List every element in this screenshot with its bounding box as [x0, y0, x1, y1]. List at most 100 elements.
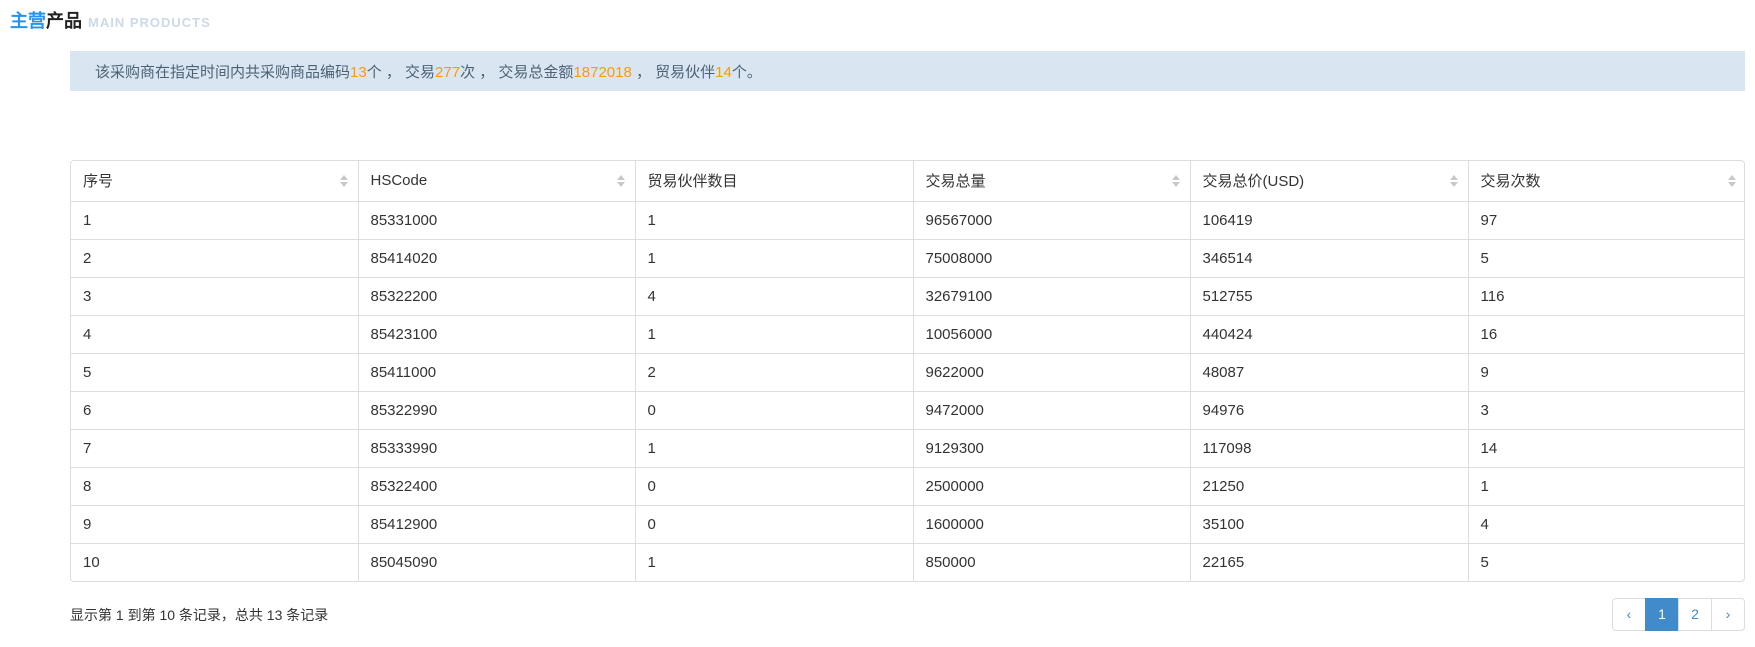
column-header[interactable]: 交易次数: [1468, 161, 1745, 201]
summary-text-segment: 该采购商在指定时间内共采购商品编码: [95, 64, 350, 81]
page-title-highlight: 主营: [10, 11, 46, 31]
table-cell: 75008000: [913, 239, 1190, 277]
pagination-page-2[interactable]: 2: [1679, 598, 1712, 631]
pagination-page-1-link[interactable]: 1: [1645, 598, 1679, 631]
table-cell: 0: [635, 467, 913, 505]
column-header-label: 序号: [83, 173, 113, 190]
table-cell: 0: [635, 391, 913, 429]
column-header[interactable]: HSCode: [358, 161, 635, 201]
products-table: 序号HSCode贸易伙伴数目交易总量交易总价(USD)交易次数 18533100…: [71, 161, 1745, 581]
table-cell: 3: [71, 277, 358, 315]
pagination-page-2-link[interactable]: 2: [1678, 598, 1712, 631]
table-cell: 4: [71, 315, 358, 353]
table-row: 98541290001600000351004: [71, 505, 1745, 543]
sort-caret-down-icon: [1172, 182, 1180, 187]
table-row: 58541100029622000480879: [71, 353, 1745, 391]
table-cell: 0: [635, 505, 913, 543]
summary-text-segment: 次 ， 交易总金额: [460, 64, 573, 81]
table-cell: 1: [635, 429, 913, 467]
column-header-label: 交易总量: [926, 173, 986, 190]
table-cell: 116: [1468, 277, 1745, 315]
table-cell: 48087: [1190, 353, 1468, 391]
table-cell: 346514: [1190, 239, 1468, 277]
page-title-rest: 产品: [46, 11, 82, 31]
pagination-page-1[interactable]: 1: [1646, 598, 1679, 631]
summary-text-segment: ， 贸易伙伴: [632, 64, 715, 81]
summary-number: 1872018: [573, 64, 631, 81]
sort-caret-up-icon: [1172, 175, 1180, 180]
table-row: 10850450901850000221655: [71, 543, 1745, 581]
pagination-next[interactable]: ›: [1712, 598, 1745, 631]
table-cell: 9: [1468, 353, 1745, 391]
column-header[interactable]: 交易总量: [913, 161, 1190, 201]
pagination-prev[interactable]: ‹: [1612, 598, 1646, 631]
page-title: 主营产品 MAIN PRODUCTS: [10, 8, 1755, 36]
record-count-info: 显示第 1 到第 10 条记录，总共 13 条记录: [70, 605, 328, 625]
table-cell: 14: [1468, 429, 1745, 467]
table-row: 88532240002500000212501: [71, 467, 1745, 505]
page-subtitle: MAIN PRODUCTS: [88, 15, 211, 30]
table-cell: 440424: [1190, 315, 1468, 353]
table-row: 18533100019656700010641997: [71, 201, 1745, 239]
table-cell: 4: [1468, 505, 1745, 543]
pagination-next-link[interactable]: ›: [1711, 598, 1745, 631]
products-table-container: 序号HSCode贸易伙伴数目交易总量交易总价(USD)交易次数 18533100…: [70, 160, 1745, 582]
table-row: 2854140201750080003465145: [71, 239, 1745, 277]
sort-caret-down-icon: [1450, 182, 1458, 187]
table-row: 385322200432679100512755116: [71, 277, 1745, 315]
table-cell: 850000: [913, 543, 1190, 581]
table-cell: 21250: [1190, 467, 1468, 505]
table-cell: 32679100: [913, 277, 1190, 315]
summary-number: 277: [435, 64, 460, 81]
table-cell: 5: [71, 353, 358, 391]
table-cell: 85414020: [358, 239, 635, 277]
sort-caret-down-icon: [617, 182, 625, 187]
table-cell: 1600000: [913, 505, 1190, 543]
table-cell: 16: [1468, 315, 1745, 353]
table-cell: 94976: [1190, 391, 1468, 429]
table-cell: 85333990: [358, 429, 635, 467]
table-cell: 3: [1468, 391, 1745, 429]
table-cell: 8: [71, 467, 358, 505]
table-cell: 512755: [1190, 277, 1468, 315]
table-row: 48542310011005600044042416: [71, 315, 1745, 353]
sort-caret-down-icon: [1728, 182, 1736, 187]
table-cell: 6: [71, 391, 358, 429]
summary-text-segment: 个 ， 交易: [367, 64, 435, 81]
table-header: 序号HSCode贸易伙伴数目交易总量交易总价(USD)交易次数: [71, 161, 1745, 201]
table-cell: 85412900: [358, 505, 635, 543]
table-cell: 96567000: [913, 201, 1190, 239]
summary-text-segment: 个。: [732, 64, 762, 81]
table-cell: 9622000: [913, 353, 1190, 391]
table-cell: 85411000: [358, 353, 635, 391]
table-cell: 97: [1468, 201, 1745, 239]
summary-number: 14: [715, 64, 732, 81]
table-cell: 5: [1468, 543, 1745, 581]
sort-icon: [1172, 175, 1180, 187]
table-cell: 85322990: [358, 391, 635, 429]
column-header[interactable]: 序号: [71, 161, 358, 201]
table-footer: 显示第 1 到第 10 条记录，总共 13 条记录 ‹12›: [70, 598, 1745, 631]
pagination-prev-link[interactable]: ‹: [1612, 598, 1646, 631]
column-header[interactable]: 交易总价(USD): [1190, 161, 1468, 201]
table-cell: 1: [635, 315, 913, 353]
table-cell: 1: [1468, 467, 1745, 505]
sort-caret-up-icon: [1728, 175, 1736, 180]
table-cell: 2500000: [913, 467, 1190, 505]
sort-icon: [1450, 175, 1458, 187]
table-cell: 85045090: [358, 543, 635, 581]
table-header-row: 序号HSCode贸易伙伴数目交易总量交易总价(USD)交易次数: [71, 161, 1745, 201]
table-cell: 5: [1468, 239, 1745, 277]
table-cell: 106419: [1190, 201, 1468, 239]
sort-icon: [1728, 175, 1736, 187]
table-cell: 85423100: [358, 315, 635, 353]
table-cell: 9129300: [913, 429, 1190, 467]
table-cell: 2: [635, 353, 913, 391]
table-cell: 9472000: [913, 391, 1190, 429]
pagination: ‹12›: [1612, 598, 1745, 631]
sort-caret-down-icon: [340, 182, 348, 187]
column-header-label: HSCode: [371, 172, 428, 189]
table-cell: 1: [635, 543, 913, 581]
table-row: 7853339901912930011709814: [71, 429, 1745, 467]
sort-caret-up-icon: [617, 175, 625, 180]
